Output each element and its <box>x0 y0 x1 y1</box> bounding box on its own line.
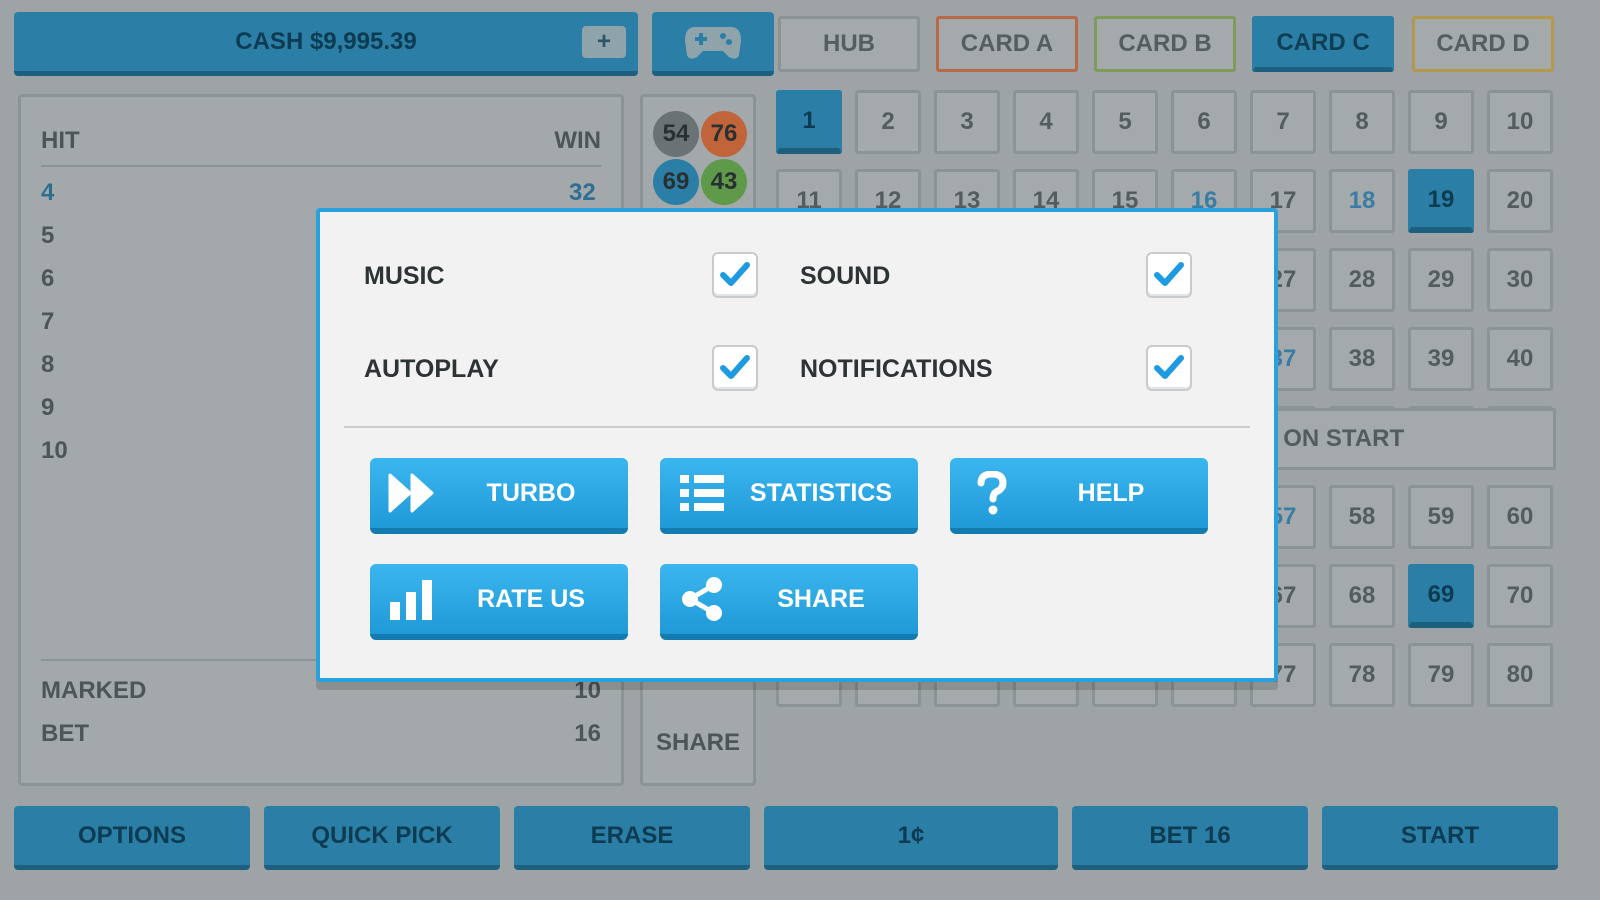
notifications-label: NOTIFICATIONS <box>800 355 993 383</box>
hit-row: 5 <box>41 222 55 249</box>
board-banner: P ON START <box>1250 408 1556 470</box>
drawn-ball: 76 <box>701 111 747 157</box>
tab-card-d[interactable]: CARD D <box>1412 16 1554 72</box>
bet-label: BET <box>41 720 89 747</box>
dialog-divider <box>344 426 1250 428</box>
hit-row: 8 <box>41 351 55 378</box>
number-cell[interactable]: 5 <box>1092 90 1158 154</box>
number-cell[interactable]: 19 <box>1408 169 1474 233</box>
cash-label: CASH $9,995.39 <box>235 27 417 55</box>
autoplay-checkbox[interactable] <box>712 345 758 391</box>
number-cell[interactable]: 9 <box>1408 90 1474 154</box>
autoplay-label: AUTOPLAY <box>364 355 499 383</box>
notifications-checkbox[interactable] <box>1146 345 1192 391</box>
bet-row: BET 16 <box>41 720 601 763</box>
number-cell[interactable]: 68 <box>1329 564 1395 628</box>
rate-us-label: RATE US <box>477 584 585 613</box>
paytable-header: HIT WIN <box>41 127 601 167</box>
hit-column-header: HIT <box>41 127 80 154</box>
bet-button[interactable]: BET 16 <box>1072 806 1308 870</box>
start-button[interactable]: START <box>1322 806 1558 870</box>
share-label: SHARE <box>777 584 865 613</box>
marked-row: MARKED 10 <box>41 677 601 720</box>
number-cell[interactable]: 8 <box>1329 90 1395 154</box>
help-label: HELP <box>1077 478 1145 507</box>
marked-label: MARKED <box>41 677 147 704</box>
number-cell[interactable]: 20 <box>1487 169 1553 233</box>
number-cell[interactable]: 2 <box>855 90 921 154</box>
number-cell[interactable]: 10 <box>1487 90 1553 154</box>
tab-card-a[interactable]: CARD A <box>936 16 1078 72</box>
quick-pick-button[interactable]: QUICK PICK <box>264 806 500 870</box>
cash-button[interactable]: CASH $9,995.39 + <box>14 12 638 76</box>
number-cell[interactable]: 4 <box>1013 90 1079 154</box>
share-button[interactable]: SHARE <box>660 564 918 640</box>
tab-hub[interactable]: HUB <box>778 16 920 72</box>
top-bar: CASH $9,995.39 + HUB CARD A CARD B CARD … <box>14 12 1586 76</box>
tab-card-c[interactable]: CARD C <box>1252 16 1394 72</box>
drawn-ball: 69 <box>653 159 699 205</box>
help-button[interactable]: HELP <box>950 458 1208 534</box>
number-cell[interactable]: 1 <box>776 90 842 154</box>
side-share-label[interactable]: SHARE <box>643 729 753 757</box>
hit-row: 10 <box>41 437 68 464</box>
bottom-bar: OPTIONS QUICK PICK ERASE 1¢ BET 16 START <box>14 806 1586 870</box>
number-cell[interactable]: 30 <box>1487 248 1553 312</box>
number-cell[interactable]: 78 <box>1329 643 1395 707</box>
win-column-header: WIN <box>554 127 601 154</box>
number-cell[interactable]: 38 <box>1329 327 1395 391</box>
music-checkbox[interactable] <box>712 252 758 298</box>
number-cell[interactable]: 58 <box>1329 485 1395 549</box>
hit-row: 4 <box>41 179 55 206</box>
statistics-button[interactable]: STATISTICS <box>660 458 918 534</box>
number-cell[interactable]: 59 <box>1408 485 1474 549</box>
marked-value: 10 <box>574 677 601 704</box>
sound-checkbox[interactable] <box>1146 252 1192 298</box>
drawn-ball: 54 <box>653 111 699 157</box>
checkmark-icon <box>1154 355 1184 379</box>
fast-forward-icon <box>370 458 454 528</box>
hit-row: 7 <box>41 308 55 335</box>
checkmark-icon <box>720 262 750 286</box>
number-cell[interactable]: 6 <box>1171 90 1237 154</box>
hit-row: 9 <box>41 394 55 421</box>
hit-row: 6 <box>41 265 55 292</box>
number-cell[interactable]: 29 <box>1408 248 1474 312</box>
question-icon <box>950 458 1034 528</box>
checkmark-icon <box>1154 262 1184 286</box>
hit-list: 4 5 6 7 8 9 10 <box>41 179 68 480</box>
checkmark-icon <box>720 355 750 379</box>
number-cell[interactable]: 39 <box>1408 327 1474 391</box>
list-icon <box>660 458 744 528</box>
sound-label: SOUND <box>800 262 891 290</box>
number-cell[interactable]: 80 <box>1487 643 1553 707</box>
erase-button[interactable]: ERASE <box>514 806 750 870</box>
rate-us-button[interactable]: RATE US <box>370 564 628 640</box>
options-button[interactable]: OPTIONS <box>14 806 250 870</box>
win-value: 32 <box>569 179 596 206</box>
gamepad-icon <box>685 26 741 59</box>
turbo-label: TURBO <box>486 478 576 507</box>
options-dialog: MUSIC SOUND AUTOPLAY NOTIFICATIONS TURBO… <box>316 208 1278 682</box>
bar-chart-icon <box>370 564 454 634</box>
tab-card-b[interactable]: CARD B <box>1094 16 1236 72</box>
number-cell[interactable]: 18 <box>1329 169 1395 233</box>
add-cash-icon[interactable]: + <box>582 26 626 58</box>
number-cell[interactable]: 60 <box>1487 485 1553 549</box>
number-cell[interactable]: 70 <box>1487 564 1553 628</box>
number-cell[interactable]: 28 <box>1329 248 1395 312</box>
drawn-ball: 43 <box>701 159 747 205</box>
share-icon <box>660 564 744 634</box>
number-cell[interactable]: 7 <box>1250 90 1316 154</box>
number-cell[interactable]: 3 <box>934 90 1000 154</box>
number-cell[interactable]: 40 <box>1487 327 1553 391</box>
denomination-button[interactable]: 1¢ <box>764 806 1058 870</box>
number-cell[interactable]: 79 <box>1408 643 1474 707</box>
gamepad-button[interactable] <box>652 12 774 76</box>
turbo-button[interactable]: TURBO <box>370 458 628 534</box>
statistics-label: STATISTICS <box>749 478 893 507</box>
number-cell[interactable]: 69 <box>1408 564 1474 628</box>
music-label: MUSIC <box>364 262 445 290</box>
bet-value: 16 <box>574 720 601 747</box>
